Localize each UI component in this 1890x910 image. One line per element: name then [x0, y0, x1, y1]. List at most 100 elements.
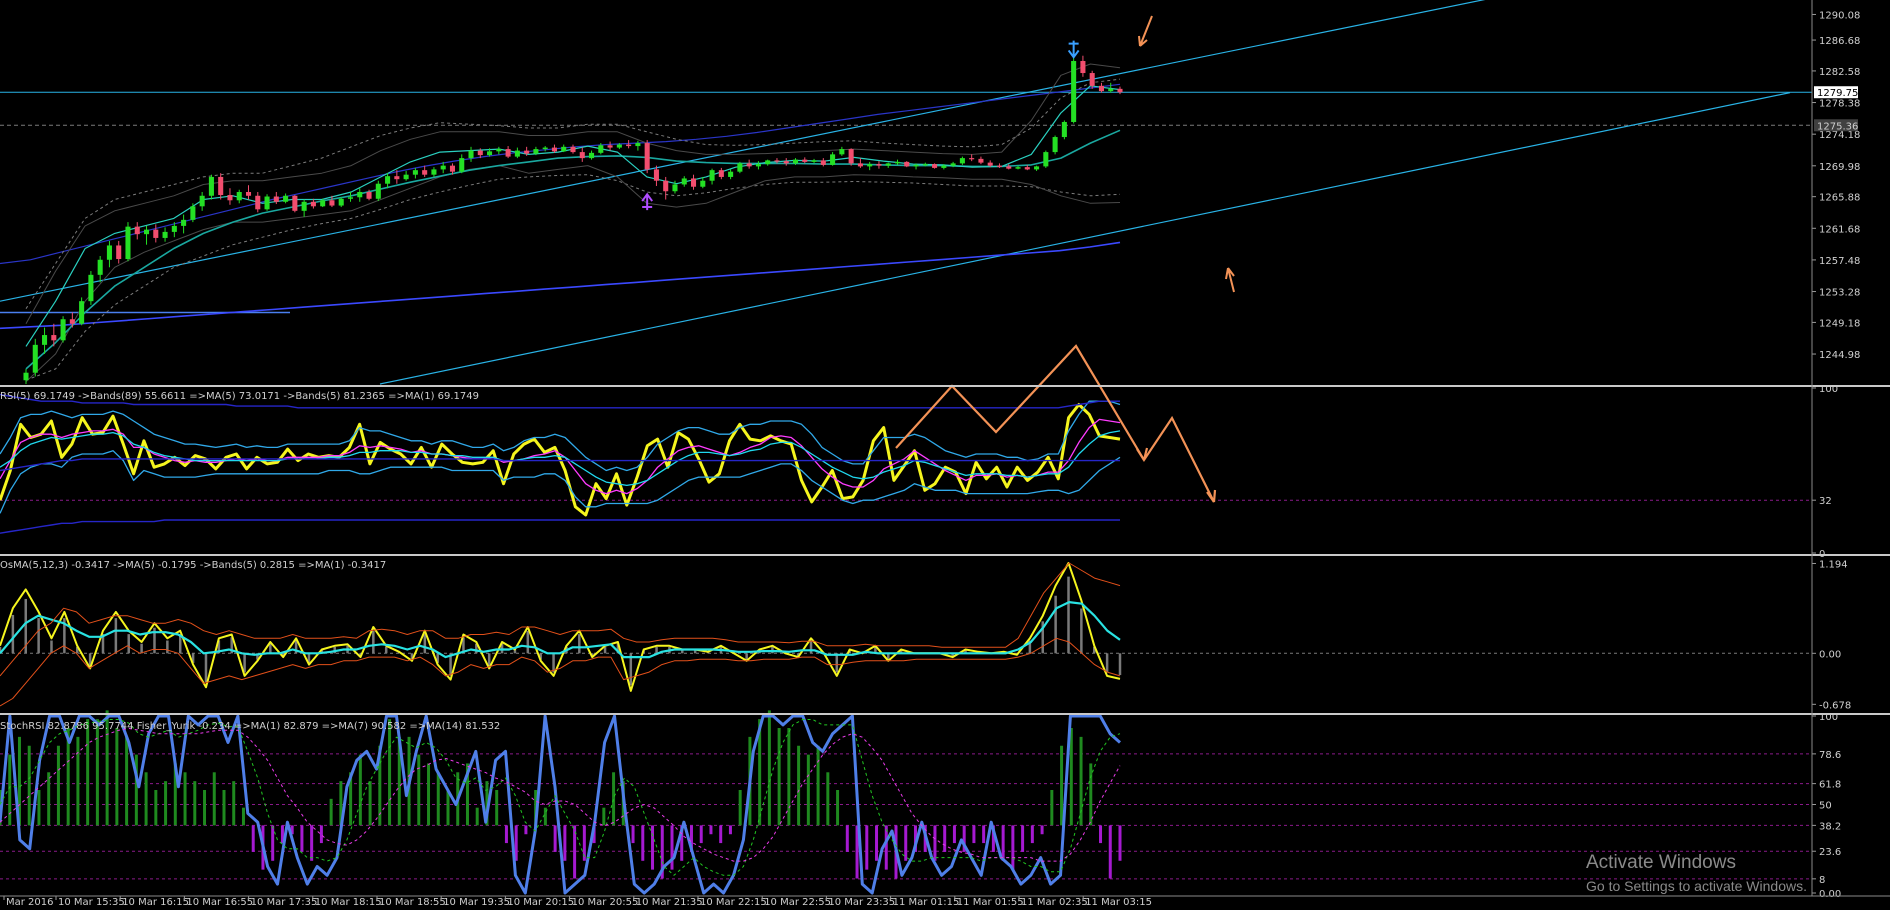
- candle-body: [51, 335, 57, 341]
- candle-body: [412, 170, 418, 175]
- time-tick-label: 10 Mar 18:15: [315, 897, 382, 908]
- candle-body: [69, 319, 75, 324]
- stoch-tick-label: 78.6: [1819, 750, 1841, 761]
- candle-body: [616, 144, 622, 148]
- price-tick-label: 1265.88: [1819, 193, 1860, 204]
- price-tick-label: 1253.28: [1819, 288, 1860, 299]
- candle-body: [255, 195, 261, 210]
- candle-body: [969, 158, 975, 160]
- candle-body: [524, 150, 530, 154]
- candle-body: [366, 192, 372, 199]
- candle-body: [116, 245, 122, 260]
- time-tick-label: Mar 2016: [6, 897, 54, 908]
- time-tick-label: 10 Mar 16:15: [122, 897, 189, 908]
- candle-body: [1024, 167, 1030, 170]
- candle-body: [468, 150, 474, 159]
- candle-body: [718, 170, 724, 177]
- candle-body: [385, 176, 391, 184]
- candle-body: [218, 176, 224, 196]
- candle-body: [589, 152, 595, 159]
- stoch-tick-label: 8: [1819, 875, 1825, 886]
- candle-body: [737, 163, 743, 172]
- candle-body: [264, 196, 270, 210]
- candle-body: [876, 164, 882, 166]
- candle-body: [88, 274, 94, 302]
- time-tick-label: 10 Mar 22:55: [764, 897, 831, 908]
- time-tick-label: 11 Mar 01:15: [893, 897, 960, 908]
- candle-body: [913, 164, 919, 167]
- candle-body: [338, 198, 344, 206]
- candle-body: [1108, 88, 1114, 92]
- candle-body: [245, 192, 252, 196]
- candle-body: [894, 161, 901, 164]
- candle-body: [848, 149, 854, 164]
- candle-body: [681, 178, 687, 185]
- candle-body: [885, 163, 891, 166]
- candle-body: [663, 180, 669, 192]
- stoch-tick-label: 61.8: [1819, 780, 1841, 791]
- time-tick-label: 10 Mar 22:15: [700, 897, 767, 908]
- time-tick-label: 10 Mar 17:35: [251, 897, 318, 908]
- candle-body: [208, 176, 214, 196]
- candle-body: [273, 196, 279, 202]
- candle-body: [329, 200, 335, 206]
- osma-tick-label: 0.00: [1819, 649, 1841, 660]
- candle-body: [459, 158, 465, 172]
- time-tick-label: 11 Mar 03:15: [1085, 897, 1152, 908]
- candle-body: [153, 229, 159, 238]
- candle-body: [839, 149, 845, 155]
- candle-body: [811, 160, 817, 162]
- candle-body: [375, 183, 381, 199]
- time-tick-label: 10 Mar 20:55: [572, 897, 639, 908]
- candle-body: [950, 163, 956, 166]
- candle-body: [79, 301, 85, 324]
- osma-legend: OsMA(5,12,3) -0.3417 ->MA(5) -0.1795 ->B…: [0, 560, 386, 571]
- stoch-tick-label: 50: [1819, 801, 1832, 812]
- candle-body: [320, 200, 326, 207]
- candle-body: [765, 160, 771, 165]
- price-tag-label: 1279.75: [1817, 88, 1858, 99]
- candle-body: [996, 165, 1003, 167]
- candle-body: [1006, 166, 1012, 169]
- watermark-subtitle: Go to Settings to activate Windows.: [1586, 878, 1807, 894]
- candle-body: [932, 164, 938, 168]
- price-tick-label: 1261.68: [1819, 224, 1860, 235]
- candle-body: [32, 344, 38, 373]
- candle-body: [700, 180, 706, 187]
- candle-body: [162, 231, 168, 238]
- candle-body: [60, 319, 66, 341]
- candle-body: [607, 145, 613, 148]
- time-tick-label: 10 Mar 20:15: [507, 897, 574, 908]
- candle-body: [125, 226, 131, 260]
- rsi-tick-label: 32: [1819, 496, 1832, 507]
- candle-body: [783, 161, 789, 164]
- candle-body: [551, 147, 557, 152]
- candle-body: [1071, 60, 1077, 122]
- watermark-title: Activate Windows: [1586, 852, 1736, 873]
- candle-body: [422, 170, 428, 175]
- candle-body: [1061, 121, 1067, 138]
- candle-body: [746, 163, 752, 167]
- candle-body: [1052, 137, 1058, 153]
- candle-body: [922, 164, 928, 166]
- time-tick-label: 10 Mar 16:55: [186, 897, 253, 908]
- price-tag-label: 1275.36: [1817, 121, 1858, 132]
- candle-body: [857, 163, 863, 167]
- candle-body: [514, 150, 520, 157]
- chart-canvas[interactable]: 1290.081286.681282.581278.381274.181269.…: [0, 0, 1890, 910]
- candle-body: [533, 149, 539, 154]
- candle-body: [310, 201, 316, 207]
- candle-body: [709, 170, 715, 181]
- time-tick-label: 10 Mar 18:55: [379, 897, 446, 908]
- candle-body: [301, 201, 307, 211]
- time-axis: Mar 2016 10 Mar 15:3510 Mar 16:1510 Mar 1…: [3, 896, 1152, 908]
- time-tick-label: 10 Mar 19:35: [443, 897, 510, 908]
- price-tick-label: 1249.18: [1819, 318, 1860, 329]
- candle-body: [1089, 73, 1095, 86]
- price-tick-label: 1257.48: [1819, 256, 1860, 267]
- candle-body: [987, 162, 993, 166]
- candle-body: [598, 145, 604, 153]
- candle-body: [1080, 60, 1086, 74]
- candle-body: [644, 143, 650, 170]
- candle-body: [199, 195, 205, 207]
